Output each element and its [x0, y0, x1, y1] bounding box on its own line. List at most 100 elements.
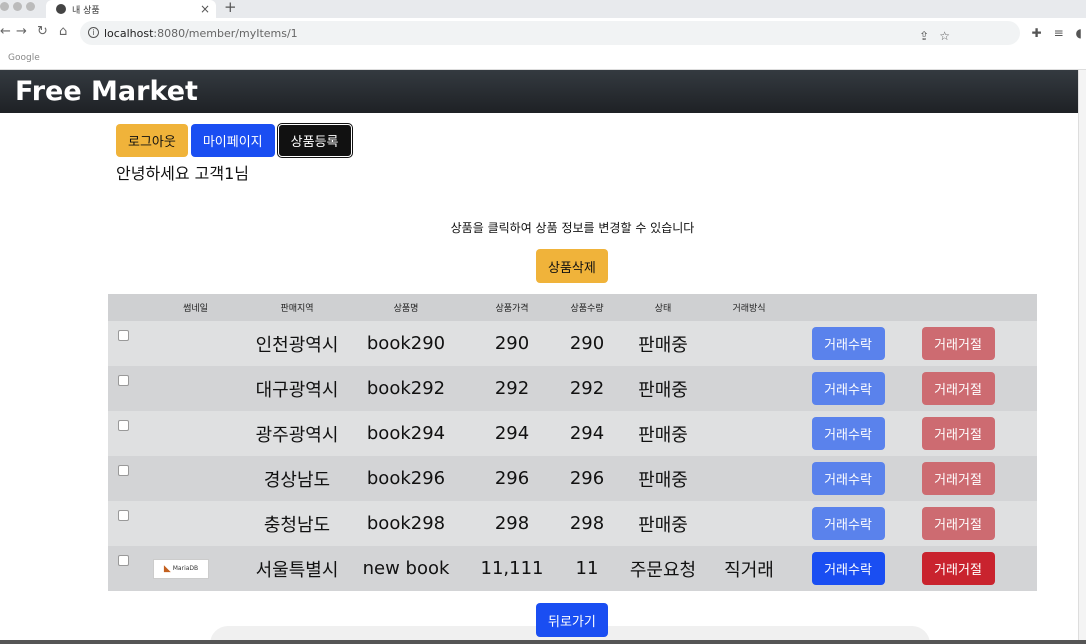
cell-price: 296 [494, 468, 530, 489]
browser-tab[interactable]: 내 상품 × [46, 0, 216, 18]
row-checkbox[interactable] [118, 330, 129, 341]
accept-button[interactable]: 거래수락 [811, 417, 885, 450]
back-arrow-icon[interactable]: ← [0, 24, 11, 39]
cell-status: 주문요청 [629, 559, 697, 581]
bottom-edge [0, 640, 1086, 644]
accept-button[interactable]: 거래수락 [811, 327, 885, 360]
cell-qty: 298 [569, 513, 605, 534]
row-checkbox[interactable] [118, 510, 129, 521]
accept-button[interactable]: 거래수락 [811, 462, 885, 495]
cell-qty: 11 [575, 558, 599, 579]
header-status: 상태 [654, 304, 672, 314]
scrollbar[interactable] [1078, 70, 1086, 644]
cell-name[interactable]: book294 [341, 423, 471, 444]
cell-status: 판매중 [638, 379, 688, 401]
header-thumbnail: 썸네일 [183, 304, 208, 314]
table-row[interactable]: 대구광역시 book292 292 292 판매중 거래수락 거래거절 [108, 366, 1037, 411]
back-button[interactable]: 뒤로가기 [536, 603, 608, 637]
cell-qty: 290 [569, 333, 605, 354]
cell-price: 290 [494, 333, 530, 354]
browser-toolbar: ← → ↻ ⌂ i localhost:8080/member/myItems/… [0, 18, 1086, 48]
header-region: 판매지역 [280, 304, 314, 314]
mypage-button[interactable]: 마이페이지 [190, 124, 275, 157]
cell-price: 292 [494, 378, 530, 399]
star-icon[interactable]: ☆ [939, 29, 950, 43]
reject-button[interactable]: 거래거절 [921, 552, 995, 585]
row-checkbox[interactable] [118, 465, 129, 476]
cell-status: 판매중 [638, 334, 688, 356]
tab-bar: 내 상품 × + [0, 0, 1086, 18]
cell-qty: 294 [569, 423, 605, 444]
cell-region: 서울특별시 [255, 559, 339, 581]
header-name: 상품명 [393, 304, 419, 314]
table-row[interactable]: 광주광역시 book294 294 294 판매중 거래수락 거래거절 [108, 411, 1037, 456]
brand-title[interactable]: Free Market [15, 76, 198, 107]
row-checkbox[interactable] [118, 375, 129, 386]
cell-status: 판매중 [638, 514, 688, 536]
cell-name[interactable]: new book [341, 558, 471, 579]
header-price: 상품가격 [495, 304, 529, 314]
items-table: 썸네일 판매지역 상품명 상품가격 상품수량 상태 거래방식 인천광역시 boo… [108, 294, 1037, 591]
row-checkbox[interactable] [118, 555, 129, 566]
profile-icon[interactable]: ◖ [1076, 26, 1082, 40]
tab-title: 내 상품 [72, 5, 100, 16]
globe-icon [56, 4, 66, 14]
cell-name[interactable]: book298 [341, 513, 471, 534]
share-icon[interactable]: ⇪ [919, 29, 929, 43]
table-row[interactable]: ◣ MariaDB 서울특별시 new book 11,111 11 주문요청 직… [108, 546, 1037, 591]
accept-button[interactable]: 거래수락 [811, 507, 885, 540]
reject-button[interactable]: 거래거절 [921, 417, 995, 450]
site-header: Free Market [0, 70, 1078, 113]
greeting-text: 안녕하세요 고객1님 [116, 164, 250, 183]
reject-button[interactable]: 거래거절 [921, 327, 995, 360]
row-checkbox[interactable] [118, 420, 129, 431]
seal-icon: ◣ [163, 563, 171, 574]
cell-region: 광주광역시 [255, 424, 339, 446]
reject-button[interactable]: 거래거절 [921, 507, 995, 540]
info-icon[interactable]: i [88, 27, 99, 38]
user-actions: 로그아웃 마이페이지 상품등록 [116, 123, 353, 158]
reading-list-icon[interactable]: ≡ [1054, 26, 1064, 40]
table-row[interactable]: 경상남도 book296 296 296 판매중 거래수락 거래거절 [108, 456, 1037, 501]
table-header: 썸네일 판매지역 상품명 상품가격 상품수량 상태 거래방식 [108, 294, 1037, 321]
hint-text: 상품을 클릭하여 상품 정보를 변경할 수 있습니다 [450, 221, 695, 235]
bookmark-google[interactable]: Google [8, 53, 40, 63]
logout-button[interactable]: 로그아웃 [116, 124, 188, 157]
cell-name[interactable]: book296 [341, 468, 471, 489]
window-controls[interactable] [0, 2, 35, 11]
browser-chrome: 내 상품 × + ← → ↻ ⌂ i localhost:8080/member… [0, 0, 1086, 70]
cell-region: 충청남도 [263, 514, 331, 536]
forward-arrow-icon[interactable]: → [16, 24, 27, 39]
cell-qty: 296 [569, 468, 605, 489]
accept-button[interactable]: 거래수락 [811, 552, 885, 585]
cell-price: 294 [494, 423, 530, 444]
new-tab-button[interactable]: + [224, 0, 237, 16]
cell-method: 직거래 [724, 559, 774, 581]
cell-name[interactable]: book290 [341, 333, 471, 354]
cell-status: 판매중 [638, 469, 688, 491]
table-row[interactable]: 충청남도 book298 298 298 판매중 거래수락 거래거절 [108, 501, 1037, 546]
reject-button[interactable]: 거래거절 [921, 372, 995, 405]
cell-price: 298 [494, 513, 530, 534]
address-bar[interactable]: i localhost:8080/member/myItems/1 ⇪ ☆ [80, 21, 1020, 45]
cell-region: 대구광역시 [255, 379, 339, 401]
cell-region: 경상남도 [263, 469, 331, 491]
table-row[interactable]: 인천광역시 book290 290 290 판매중 거래수락 거래거절 [108, 321, 1037, 366]
cell-name[interactable]: book292 [341, 378, 471, 399]
reject-button[interactable]: 거래거절 [921, 462, 995, 495]
accept-button[interactable]: 거래수락 [811, 372, 885, 405]
register-item-button[interactable]: 상품등록 [276, 123, 353, 158]
reload-icon[interactable]: ↻ [37, 24, 48, 39]
header-qty: 상품수량 [570, 304, 604, 314]
header-method: 거래방식 [732, 304, 766, 314]
delete-item-button[interactable]: 상품삭제 [536, 249, 608, 283]
bookmarks-bar: Google [0, 48, 1086, 70]
close-icon[interactable]: × [200, 2, 210, 16]
extensions-icon[interactable]: ✚ [1032, 26, 1042, 40]
cell-status: 판매중 [638, 424, 688, 446]
home-icon[interactable]: ⌂ [59, 24, 67, 39]
url-host: localhost [104, 26, 154, 40]
url-path: :8080/member/myItems/1 [153, 26, 298, 40]
cell-price: 11,111 [480, 558, 544, 579]
thumbnail-image: ◣ MariaDB [153, 558, 209, 579]
